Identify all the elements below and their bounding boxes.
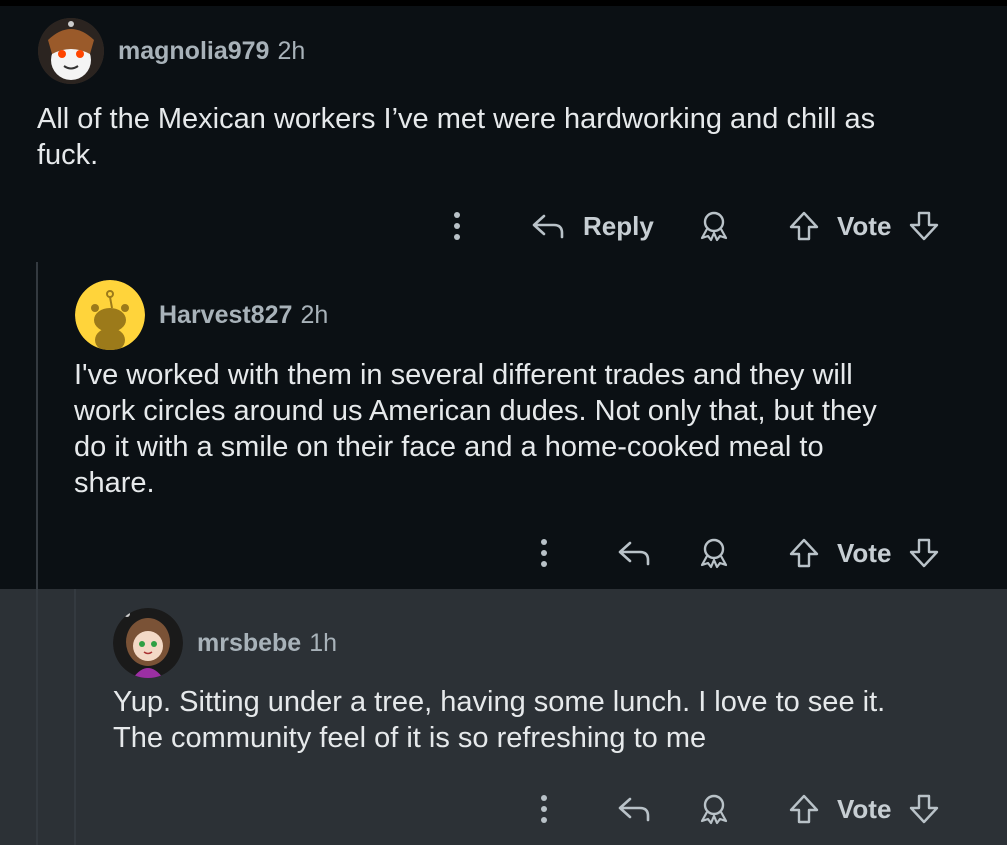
reply-button[interactable] bbox=[616, 789, 652, 829]
comment-text: Yup. Sitting under a tree, having some l… bbox=[113, 686, 886, 754]
award-button[interactable] bbox=[697, 789, 731, 829]
upvote-button[interactable] bbox=[787, 533, 821, 573]
comment-actions: Reply Vote bbox=[0, 206, 1007, 246]
downvote-icon bbox=[909, 794, 939, 824]
downvote-button[interactable] bbox=[907, 789, 941, 829]
more-icon bbox=[454, 212, 460, 240]
avatar[interactable] bbox=[38, 18, 104, 84]
vote-count: Vote bbox=[837, 533, 891, 573]
more-options-button[interactable] bbox=[534, 533, 554, 573]
downvote-button[interactable] bbox=[907, 206, 941, 246]
vote-label: Vote bbox=[837, 210, 892, 241]
username[interactable]: Harvest827 bbox=[159, 301, 292, 330]
comment-actions: Vote bbox=[0, 533, 1007, 573]
username[interactable]: mrsbebe bbox=[197, 629, 301, 658]
upvote-icon bbox=[789, 538, 819, 568]
award-button[interactable] bbox=[697, 206, 731, 246]
vote-count: Vote bbox=[837, 206, 891, 246]
timestamp: 2h bbox=[277, 36, 306, 65]
timestamp: 2h bbox=[300, 300, 329, 329]
upvote-button[interactable] bbox=[787, 789, 821, 829]
reply-icon bbox=[532, 214, 564, 239]
award-button[interactable] bbox=[697, 533, 731, 573]
more-options-button[interactable] bbox=[447, 206, 467, 246]
comment-text: I've worked with them in several differe… bbox=[74, 359, 877, 499]
vote-label: Vote bbox=[837, 537, 892, 568]
upvote-icon bbox=[789, 211, 819, 241]
more-icon bbox=[541, 795, 547, 823]
vote-label: Vote bbox=[837, 793, 892, 824]
timestamp: 1h bbox=[309, 628, 338, 657]
comment-header: mrsbebe 1h bbox=[113, 608, 337, 678]
more-options-button[interactable] bbox=[534, 789, 554, 829]
vote-count: Vote bbox=[837, 789, 891, 829]
reply-icon bbox=[618, 797, 650, 822]
reply-label: Reply bbox=[583, 210, 654, 241]
reply-button[interactable] bbox=[616, 533, 652, 573]
downvote-button[interactable] bbox=[907, 533, 941, 573]
avatar[interactable] bbox=[75, 280, 145, 350]
comment-text: All of the Mexican workers I’ve met were… bbox=[37, 103, 876, 171]
upvote-button[interactable] bbox=[787, 206, 821, 246]
avatar[interactable] bbox=[113, 608, 183, 678]
comment-header: Harvest827 2h bbox=[75, 280, 328, 350]
comment-actions: Vote bbox=[0, 789, 1007, 829]
top-bar bbox=[0, 0, 1007, 6]
more-icon bbox=[541, 539, 547, 567]
award-icon bbox=[700, 794, 728, 825]
downvote-icon bbox=[909, 211, 939, 241]
upvote-icon bbox=[789, 794, 819, 824]
award-icon bbox=[700, 538, 728, 569]
username[interactable]: magnolia979 bbox=[118, 37, 269, 66]
comment-header: magnolia979 2h bbox=[38, 18, 305, 84]
downvote-icon bbox=[909, 538, 939, 568]
award-icon bbox=[700, 211, 728, 242]
reply-icon bbox=[618, 541, 650, 566]
reply-button[interactable]: Reply bbox=[530, 206, 654, 246]
